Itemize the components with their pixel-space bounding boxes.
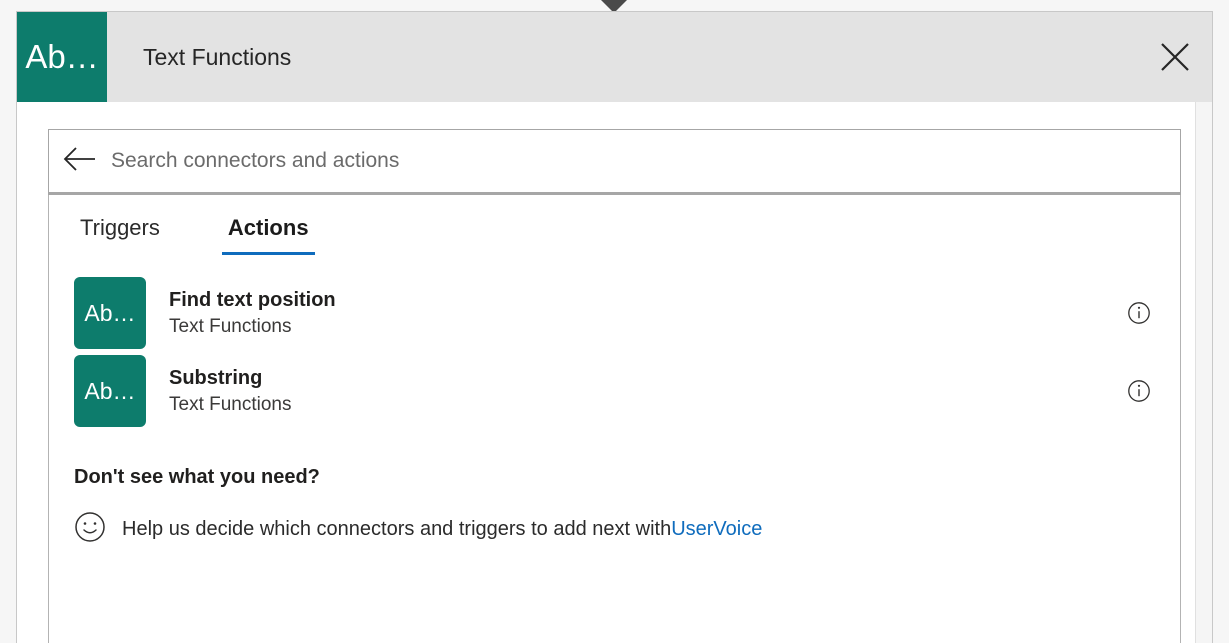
search-input[interactable] [111, 141, 1180, 181]
list-item[interactable]: Ab… Find text position Text Functions [49, 274, 1180, 352]
uservoice-link[interactable]: UserVoice [671, 518, 762, 541]
results-container: Triggers Actions Ab… Find text position … [48, 195, 1181, 643]
info-icon[interactable] [1126, 378, 1152, 404]
connector-icon-label: Ab… [25, 38, 99, 75]
help-text: Help us decide which connectors and trig… [122, 518, 672, 540]
action-text: Substring Text Functions [146, 365, 1126, 418]
action-icon: Ab… [74, 355, 146, 427]
help-heading: Don't see what you need? [74, 466, 320, 488]
action-title: Find text position [169, 288, 336, 311]
action-title: Substring [169, 366, 263, 389]
results-tabs: Triggers Actions [49, 195, 1180, 255]
close-button[interactable] [1138, 12, 1212, 102]
panel-header: Ab… Text Functions [17, 12, 1212, 102]
tab-actions-label: Actions [227, 215, 309, 240]
panel-title: Text Functions [143, 43, 292, 70]
info-icon[interactable] [1126, 300, 1152, 326]
list-item[interactable]: Ab… Substring Text Functions [49, 352, 1180, 430]
panel-body: Triggers Actions Ab… Find text position … [17, 102, 1212, 643]
action-subtitle: Text Functions [169, 393, 292, 415]
help-line: Help us decide which connectors and trig… [74, 511, 1155, 548]
tab-triggers-label: Triggers [80, 215, 160, 240]
action-subtitle: Text Functions [169, 315, 292, 337]
vertical-scrollbar[interactable] [1195, 102, 1212, 643]
action-text: Find text position Text Functions [146, 287, 1126, 340]
tab-actions[interactable]: Actions [221, 215, 315, 255]
action-list: Ab… Find text position Text Functions Ab… [49, 255, 1180, 430]
back-arrow-icon [63, 146, 97, 177]
search-bar[interactable] [48, 129, 1181, 195]
tab-triggers[interactable]: Triggers [74, 215, 166, 255]
smiley-face-icon [74, 511, 106, 548]
action-icon-label: Ab… [84, 377, 136, 404]
action-icon-label: Ab… [84, 299, 136, 326]
close-icon [1158, 40, 1192, 74]
action-icon: Ab… [74, 277, 146, 349]
no-results-help-block: Don't see what you need? Help us decide … [49, 430, 1180, 548]
connector-flyout-panel: Ab… Text Functions Search connectors and… [16, 11, 1213, 643]
connector-icon: Ab… [17, 12, 107, 102]
back-button[interactable] [49, 146, 111, 177]
